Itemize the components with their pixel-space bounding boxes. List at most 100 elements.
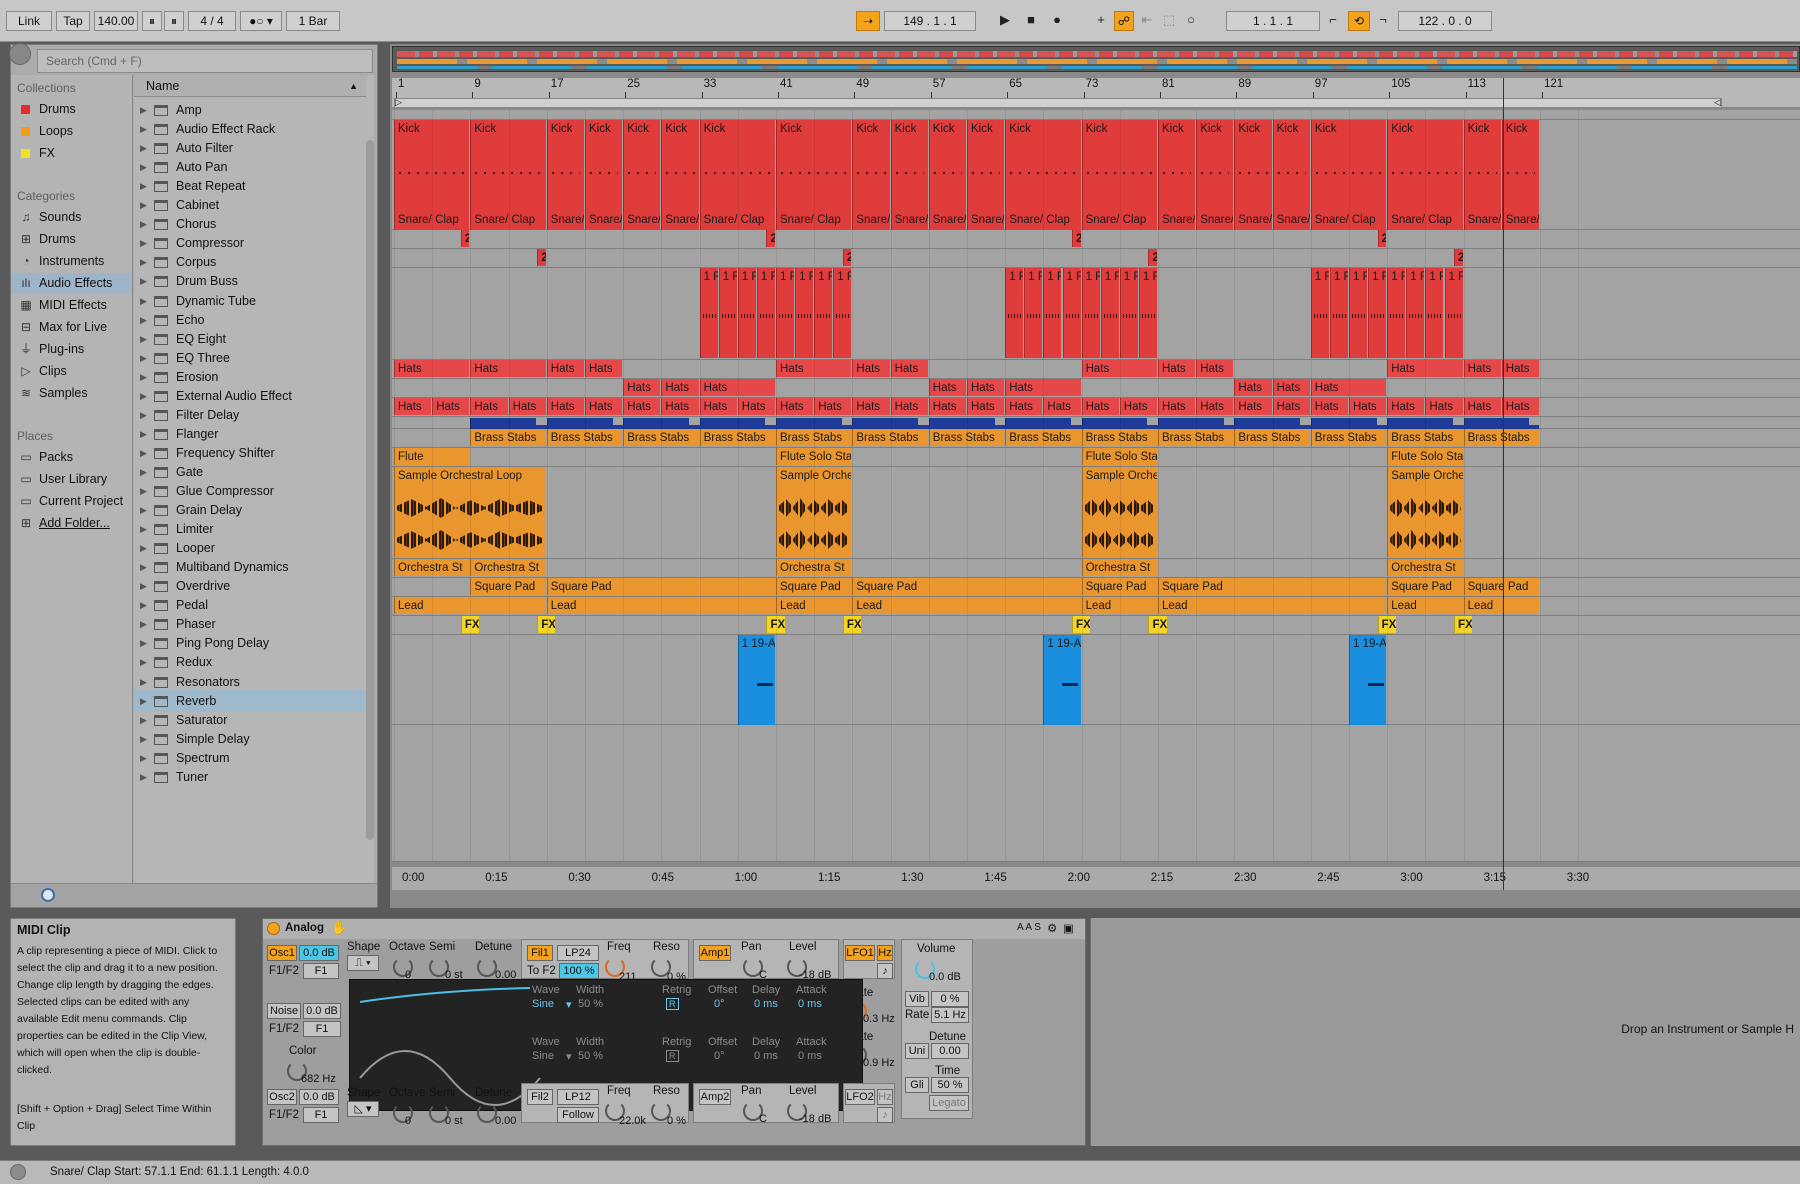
arrangement-clip[interactable]: 1 19-Ar [1349, 635, 1387, 725]
arrangement-clip[interactable]: FX [1072, 616, 1091, 633]
arrangement-clip[interactable]: 1 R 1 R 1 R 1 [1100, 268, 1119, 358]
arrangement-clip[interactable]: 2 [460, 230, 470, 247]
arrangement-clip[interactable]: Sample Orchestral Loop [394, 467, 546, 557]
arrangement-clip[interactable]: Lead [1158, 597, 1387, 614]
arrangement-clip[interactable]: Hats [623, 398, 661, 415]
osc2-toggle[interactable]: Osc2 [267, 1089, 297, 1105]
arrangement-clip[interactable]: Kick Snare/ [967, 120, 1005, 230]
arrangement-clip[interactable]: Hats [470, 398, 508, 415]
category-drums[interactable]: ⊞ Drums [11, 229, 132, 250]
track-lane[interactable] [392, 725, 1800, 862]
arrangement-clip[interactable]: Hats [1005, 379, 1081, 396]
arrangement-clip[interactable]: Hats [852, 398, 890, 415]
arrangement-clip[interactable]: Hats [623, 379, 661, 396]
lfo1-delay-value[interactable]: 0 ms [754, 998, 778, 1010]
arrangement-clip[interactable]: Hats [1463, 398, 1501, 415]
arrangement-clip[interactable]: 1 R 1 R 1 R 1 [1406, 268, 1425, 358]
arrangement-clip[interactable]: Hats [890, 360, 928, 377]
play-icon[interactable]: ▶ [994, 11, 1016, 31]
follow-icon[interactable]: ➝ [856, 11, 880, 31]
arrangement-clip[interactable]: Brass Stabs [1387, 429, 1463, 446]
arrangement-clip[interactable]: Hats [1158, 398, 1196, 415]
arrangement-clip[interactable]: Hats [585, 360, 623, 377]
fil1-type-select[interactable]: LP24 [557, 945, 599, 961]
status-toggle-icon[interactable] [10, 1164, 26, 1180]
arrangement-clip[interactable]: 1 R 1 R 1 R 1 [1444, 268, 1463, 358]
overdub-icon[interactable]: + [1090, 11, 1112, 31]
automation-arm-icon[interactable]: ☍ [1114, 11, 1134, 31]
arrangement-clip[interactable]: 1 R 1 R 1 R 1 [737, 268, 756, 358]
arrangement-clip[interactable]: Square Pad [776, 578, 852, 595]
arrangement-clip[interactable]: 1 R 1 R 1 R 1 [1043, 268, 1062, 358]
arrangement-clip[interactable]: Hats [1387, 360, 1463, 377]
arrangement-clip[interactable]: Kick Snare/ Clap [394, 120, 470, 230]
lfo2-hz-toggle[interactable]: Hz [877, 1089, 893, 1105]
hot-swap-hand-icon[interactable]: ✋ [331, 920, 347, 936]
arrangement-clip[interactable]: 1 R 1 R 1 R 1 [1005, 268, 1024, 358]
arrangement-clip[interactable]: Orchestra St [394, 559, 470, 576]
arrangement-clip[interactable]: 1 R 1 R 1 R 1 [1024, 268, 1043, 358]
arrangement-clip[interactable]: Hats [1425, 398, 1463, 415]
lfo2-offset-value[interactable]: 0° [714, 1050, 725, 1062]
lfo2-wave-value[interactable]: Sine [532, 1050, 554, 1062]
lfo1-toggle[interactable]: LFO1 [845, 945, 875, 961]
uni-detune-value[interactable]: 0.00 [931, 1043, 969, 1059]
arrangement-clip[interactable]: Hats [814, 398, 852, 415]
arrangement-clip[interactable]: 1 19-Ar [1043, 635, 1081, 725]
arrangement-clip[interactable]: Hats [1501, 398, 1539, 415]
category-midi-effects[interactable]: ▦ MIDI Effects [11, 295, 132, 316]
browser-scrollbar[interactable] [366, 140, 374, 840]
lfo1-hz-toggle[interactable]: Hz [877, 945, 893, 961]
arrangement-clip[interactable]: 1 R 1 R 1 R 1 [1387, 268, 1406, 358]
arrangement-clip[interactable]: Hats [546, 360, 584, 377]
track-lane[interactable] [392, 379, 1800, 398]
arrangement-clip[interactable]: Lead [776, 597, 852, 614]
arrangement-clip[interactable]: Kick Snare/ [1272, 120, 1310, 230]
arrangement-clip[interactable]: Hats [699, 398, 737, 415]
lfo2-attack-value[interactable]: 0 ms [798, 1050, 822, 1062]
device-drop-area[interactable]: Drop an Instrument or Sample H [1090, 918, 1800, 1146]
arrangement-clip[interactable]: Brass Stabs [1310, 429, 1387, 446]
arrangement-clip[interactable]: Brass Stabs [1463, 429, 1539, 446]
arrangement-clip[interactable]: Square Pad [1387, 578, 1463, 595]
arrangement-clip[interactable]: Hats [1310, 398, 1348, 415]
arrangement-clip[interactable]: Kick Snare/ Clap [1310, 120, 1387, 230]
lfo2-delay-value[interactable]: 0 ms [754, 1050, 778, 1062]
arrangement-clip[interactable]: Brass Stabs [699, 429, 775, 446]
fil1-toggle[interactable]: Fil1 [527, 945, 553, 961]
arrangement-clip[interactable]: Lead [546, 597, 775, 614]
track-lane[interactable] [392, 616, 1800, 635]
category-sounds[interactable]: ♫ Sounds [11, 207, 132, 228]
arrangement-clip[interactable]: 1 R 1 R 1 R 1 [718, 268, 737, 358]
lfo1-wave-dropdown-icon[interactable]: ▾ [566, 998, 572, 1011]
arrangement-clip[interactable]: Hats [1196, 360, 1234, 377]
arrangement-clip[interactable]: Hats [1081, 360, 1157, 377]
arrangement-clip[interactable]: 1 R 1 R 1 R 1 [1310, 268, 1329, 358]
category-audio-effects[interactable]: ılı Audio Effects [11, 273, 132, 294]
arrangement-clip[interactable]: 1 R 1 R 1 R 1 [776, 268, 795, 358]
arrangement-clip[interactable]: Brass Stabs [1234, 429, 1310, 446]
lfo1-retrig-toggle[interactable]: R [666, 998, 679, 1010]
arrangement-clip[interactable]: Kick Snare/ [1463, 120, 1501, 230]
arrangement-clip[interactable]: Hats [1272, 379, 1310, 396]
arrangement-overview[interactable] [392, 46, 1800, 72]
arrangement-clip[interactable]: Brass Stabs [546, 429, 623, 446]
device-settings-icon[interactable]: ⚙ [1047, 921, 1057, 935]
arrangement-clip[interactable]: Kick Snare/ [928, 120, 966, 230]
nudge-down-icon[interactable]: ⏸ [142, 11, 162, 31]
arrangement-clip[interactable]: Square Pad [470, 578, 546, 595]
lfo1-attack-value[interactable]: 0 ms [798, 998, 822, 1010]
arrangement-clip[interactable]: Lead [1081, 597, 1157, 614]
place-user-library[interactable]: ▭ User Library [11, 469, 132, 490]
arrangement-clip[interactable]: Hats [1501, 360, 1539, 377]
arrangement-clip[interactable]: Kick Snare/ Clap [776, 120, 852, 230]
osc1-level[interactable]: 0.0 dB [299, 945, 339, 961]
arrangement-clip[interactable]: Hats [928, 398, 966, 415]
loop-length-field[interactable]: 122 . 0 . 0 [1398, 11, 1492, 31]
arrangement-clip[interactable]: Hats [585, 398, 623, 415]
arrangement-clip[interactable]: Square Pad [852, 578, 1081, 595]
arrangement-clip[interactable]: Orchestra St [470, 559, 546, 576]
fil2-toggle[interactable]: Fil2 [527, 1089, 553, 1105]
nudge-up-icon[interactable]: ⏸ [164, 11, 184, 31]
place-add-folder[interactable]: ⊞ Add Folder... [11, 513, 132, 534]
